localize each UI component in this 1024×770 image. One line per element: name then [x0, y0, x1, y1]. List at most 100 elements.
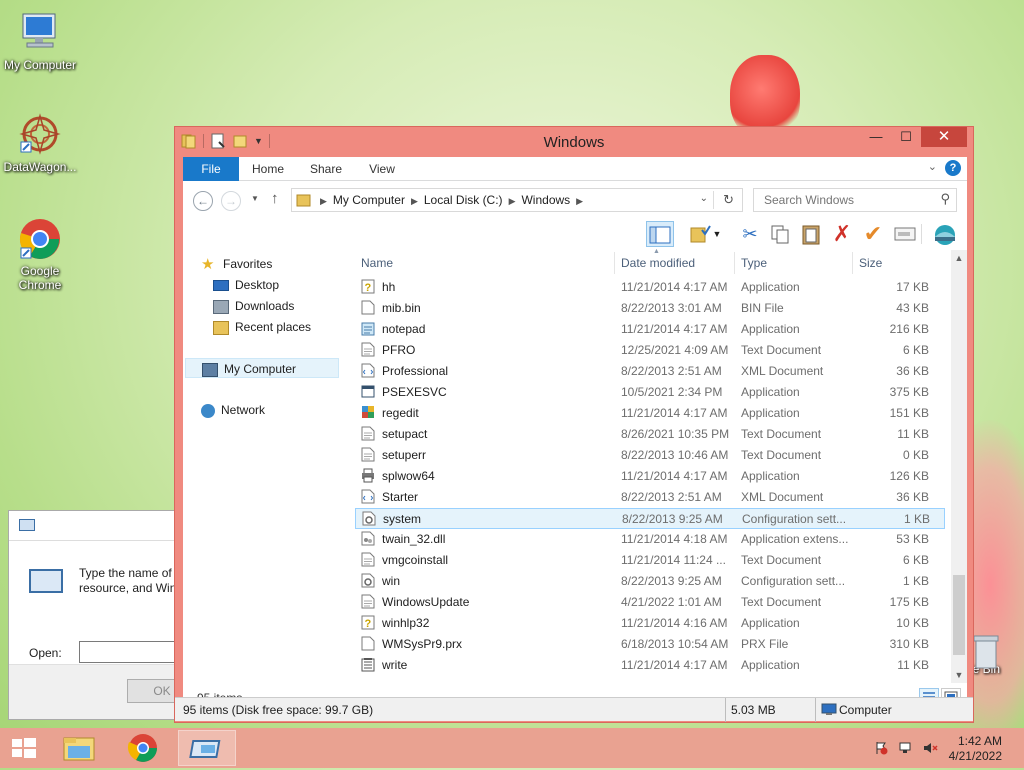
tab-view[interactable]: View: [359, 157, 405, 181]
search-input[interactable]: [762, 192, 932, 208]
tab-home[interactable]: Home: [245, 157, 291, 181]
taskbar-file-explorer[interactable]: [50, 730, 108, 766]
table-row[interactable]: setupact 8/26/2021 10:35 PM Text Document 1…: [355, 424, 945, 445]
taskbar-chrome[interactable]: [114, 730, 172, 766]
start-button[interactable]: [0, 730, 48, 766]
desktop-icon-my-computer[interactable]: My Computer: [0, 10, 80, 72]
file-name-cell: win: [361, 571, 611, 592]
preview-pane-button[interactable]: [646, 221, 674, 247]
file-type: Application: [741, 280, 800, 294]
table-row[interactable]: regedit 11/21/2014 4:17 AM Application 151 …: [355, 403, 945, 424]
search-icon[interactable]: ⚲: [940, 191, 950, 207]
cut-icon[interactable]: ✂: [736, 221, 764, 247]
recent-locations-icon[interactable]: ▼: [251, 194, 259, 203]
file-date: 8/22/2013 2:51 AM: [621, 490, 722, 504]
file-date: 11/21/2014 4:17 AM: [621, 469, 728, 483]
text-file-icon: [361, 594, 375, 609]
table-row[interactable]: Professional 8/22/2013 2:51 AM XML Documen…: [355, 361, 945, 382]
table-row[interactable]: WMSysPr9.prx 6/18/2013 10:54 AM PRX File 31…: [355, 634, 945, 655]
table-row[interactable]: mib.bin 8/22/2013 3:01 AM BIN File 43 KB: [355, 298, 945, 319]
column-header-name[interactable]: Name: [355, 252, 615, 274]
close-button[interactable]: ✕: [921, 127, 967, 147]
up-arrow-icon[interactable]: ↑: [271, 190, 279, 207]
table-row[interactable]: PFRO 12/25/2021 4:09 AM Text Document 6 KB: [355, 340, 945, 361]
file-name-cell: vmgcoinstall: [361, 550, 611, 571]
file-name-cell: notepad: [361, 319, 611, 340]
file-name-cell: splwow64: [361, 466, 611, 487]
file-name-cell: ? hh: [361, 277, 611, 298]
breadcrumb: ▶ My Computer ▶ Local Disk (C:) ▶ Windows ▶: [320, 193, 584, 207]
run-icon: [189, 740, 221, 758]
table-row[interactable]: WindowsUpdate 4/21/2022 1:01 AM Text Docum…: [355, 592, 945, 613]
scroll-down-icon[interactable]: ▼: [951, 667, 967, 683]
scrollbar-thumb[interactable]: [953, 575, 965, 655]
file-size: 43 KB: [896, 301, 929, 315]
checkmark-icon[interactable]: ✔: [859, 221, 887, 247]
table-row[interactable]: notepad 11/21/2014 4:17 AM Application 216 …: [355, 319, 945, 340]
nav-recent-places[interactable]: Recent places: [213, 317, 311, 337]
table-row[interactable]: ? winhlp32 11/21/2014 4:16 AM Application 10…: [355, 613, 945, 634]
window-titlebar[interactable]: ▼ Windows — ☐ ✕: [175, 127, 973, 157]
nav-desktop[interactable]: Desktop: [213, 275, 279, 295]
table-row[interactable]: win 8/22/2013 9:25 AM Configuration sett..…: [355, 571, 945, 592]
rename-icon[interactable]: [891, 221, 919, 247]
paste-icon[interactable]: [797, 221, 825, 247]
table-row[interactable]: write 11/21/2014 4:17 AM Application 11 KB: [355, 655, 945, 676]
copy-icon[interactable]: [766, 221, 794, 247]
desktop-icon-google-chrome[interactable]: Google Chrome: [0, 216, 80, 292]
address-bar[interactable]: ▶ My Computer ▶ Local Disk (C:) ▶ Windows ▶ ⌄ …: [291, 188, 743, 212]
breadcrumb-my-computer[interactable]: My Computer: [333, 193, 405, 207]
table-row[interactable]: system 8/22/2013 9:25 AM Configuration set…: [355, 508, 945, 529]
table-row[interactable]: Starter 8/22/2013 2:51 AM XML Document 36 K…: [355, 487, 945, 508]
tab-file[interactable]: File: [183, 157, 239, 181]
desktop-icon-datawagon[interactable]: DataWagon...: [0, 112, 80, 174]
file-type: Application: [741, 385, 800, 399]
file-list: Name ▲ Date modified Type Size ? hh 11/21/…: [355, 248, 967, 683]
file-date: 11/21/2014 4:17 AM: [621, 322, 728, 336]
maximize-button[interactable]: ☐: [891, 127, 921, 147]
vertical-scrollbar[interactable]: ▲ ▼: [951, 250, 967, 683]
nav-network[interactable]: Network: [201, 400, 265, 420]
column-header-size[interactable]: Size: [853, 252, 933, 274]
nav-downloads[interactable]: Downloads: [213, 296, 294, 316]
back-button[interactable]: ←: [193, 191, 213, 211]
table-row[interactable]: vmgcoinstall 11/21/2014 11:24 ... Text Doc…: [355, 550, 945, 571]
breadcrumb-local-disk[interactable]: Local Disk (C:): [424, 193, 503, 207]
system-clock[interactable]: 1:42 AM 4/21/2022: [949, 734, 1002, 764]
file-name: system: [383, 512, 422, 526]
file-date: 8/26/2021 10:35 PM: [621, 427, 730, 441]
volume-muted-icon[interactable]: [922, 741, 938, 755]
star-icon: ★: [201, 255, 215, 273]
nav-my-computer[interactable]: My Computer: [185, 358, 339, 378]
expand-ribbon-icon[interactable]: ⌄: [928, 160, 937, 173]
tab-share[interactable]: Share: [303, 157, 349, 181]
delete-icon[interactable]: ✗: [828, 221, 856, 247]
nav-favorites[interactable]: ★ Favorites: [201, 254, 272, 274]
globe-icon[interactable]: [931, 221, 959, 247]
column-header-date[interactable]: Date modified: [615, 252, 735, 274]
run-dialog-titlebar[interactable]: [9, 511, 187, 541]
folder-icon: [296, 193, 312, 210]
breadcrumb-windows[interactable]: Windows: [521, 193, 570, 207]
taskbar-run[interactable]: [178, 730, 236, 766]
refresh-icon[interactable]: ↻: [723, 192, 734, 208]
help-icon[interactable]: ?: [945, 160, 961, 176]
address-dropdown-icon[interactable]: ⌄: [700, 193, 708, 204]
table-row[interactable]: splwow64 11/21/2014 4:17 AM Application 126…: [355, 466, 945, 487]
network-icon[interactable]: [898, 741, 912, 755]
table-row[interactable]: PSEXESVC 10/5/2021 2:34 PM Application 375 …: [355, 382, 945, 403]
chevron-down-icon[interactable]: ▼: [710, 221, 724, 247]
table-row[interactable]: ? hh 11/21/2014 4:17 AM Application 17 KB: [355, 277, 945, 298]
xml-file-icon: [361, 489, 375, 504]
table-row[interactable]: twain_32.dll 11/21/2014 4:18 AM Applicatio…: [355, 529, 945, 550]
column-header-type[interactable]: Type: [735, 252, 853, 274]
scroll-up-icon[interactable]: ▲: [951, 250, 967, 266]
table-row[interactable]: setuperr 8/22/2013 10:46 AM Text Document 0…: [355, 445, 945, 466]
action-center-flag-icon[interactable]: [874, 741, 888, 755]
forward-button[interactable]: →: [221, 191, 241, 211]
file-icon: [361, 636, 375, 651]
file-name: vmgcoinstall: [382, 553, 449, 567]
minimize-button[interactable]: —: [861, 127, 891, 147]
file-type: Application: [741, 322, 800, 336]
file-name: splwow64: [382, 469, 435, 483]
